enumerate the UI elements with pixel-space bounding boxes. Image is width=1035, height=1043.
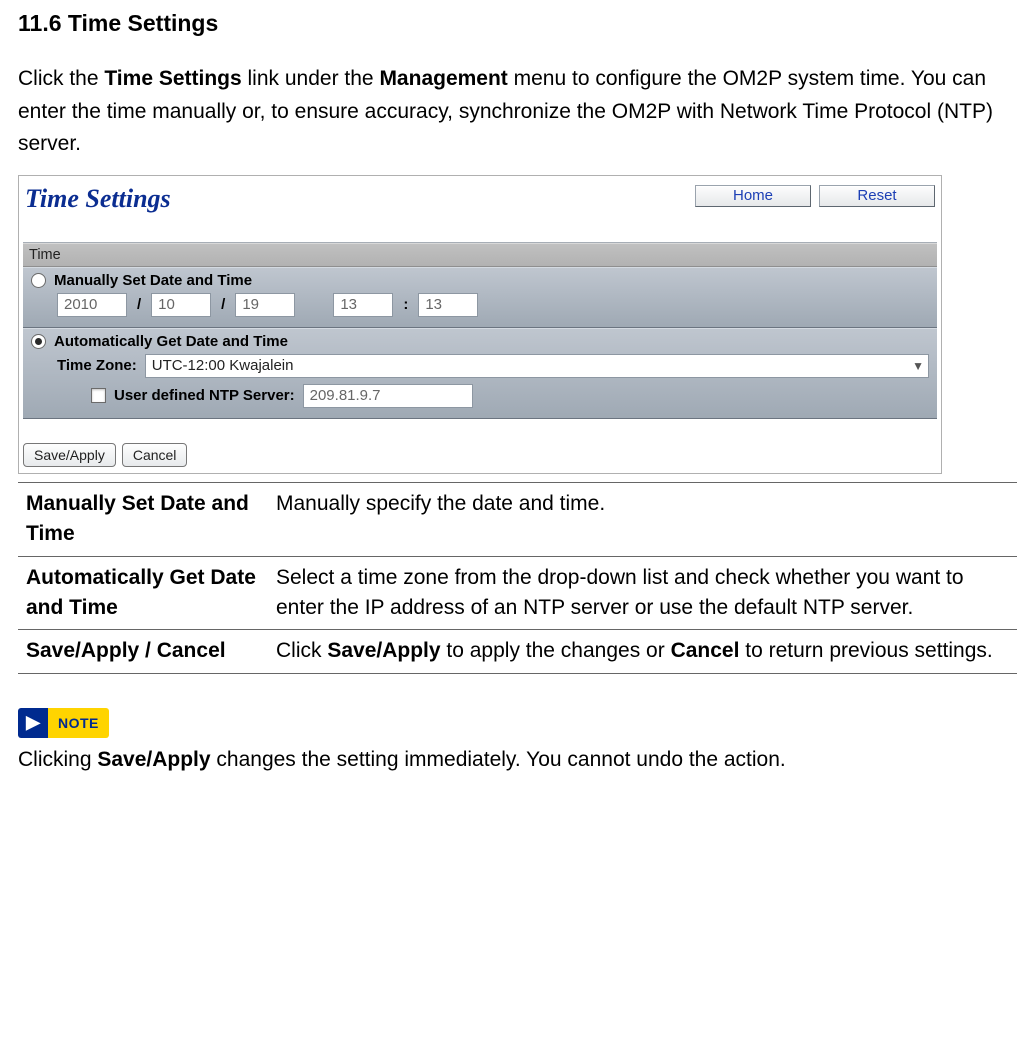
intro-bold-time-settings: Time Settings bbox=[104, 67, 241, 90]
ntp-server-input[interactable] bbox=[303, 384, 473, 408]
radio-manual-date-time[interactable] bbox=[31, 273, 46, 288]
term-manual: Manually Set Date and Time bbox=[18, 482, 268, 556]
date-separator-2: / bbox=[219, 296, 227, 313]
year-input[interactable] bbox=[57, 293, 127, 317]
note-badge: ▶ NOTE bbox=[18, 708, 109, 738]
intro-text-1: Click the bbox=[18, 67, 104, 90]
desc-saveapply-pre: Click bbox=[276, 639, 327, 662]
definitions-table: Manually Set Date and Time Manually spec… bbox=[18, 482, 1017, 674]
ntp-server-label: User defined NTP Server: bbox=[114, 387, 295, 404]
note-pre: Clicking bbox=[18, 748, 97, 771]
note-label: NOTE bbox=[48, 708, 109, 738]
term-saveapply: Save/Apply / Cancel bbox=[18, 630, 268, 673]
save-apply-button[interactable]: Save/Apply bbox=[23, 443, 116, 467]
intro-bold-management: Management bbox=[379, 67, 507, 90]
time-settings-screenshot: Time Settings Home Reset Time Manually S… bbox=[18, 175, 942, 474]
note-bold: Save/Apply bbox=[97, 748, 210, 771]
table-row: Automatically Get Date and Time Select a… bbox=[18, 556, 1017, 630]
minute-input[interactable] bbox=[418, 293, 478, 317]
page-title: Time Settings bbox=[25, 184, 171, 214]
note-caption: Clicking Save/Apply changes the setting … bbox=[18, 748, 1017, 772]
auto-date-time-label: Automatically Get Date and Time bbox=[54, 333, 288, 350]
chevron-down-icon: ▼ bbox=[912, 359, 924, 373]
radio-auto-date-time[interactable] bbox=[31, 334, 46, 349]
note-icon: ▶ bbox=[18, 708, 48, 738]
desc-saveapply: Click Save/Apply to apply the changes or… bbox=[268, 630, 1017, 673]
desc-saveapply-b1: Save/Apply bbox=[327, 639, 440, 662]
desc-auto: Select a time zone from the drop-down li… bbox=[268, 556, 1017, 630]
timezone-select[interactable]: UTC-12:00 Kwajalein ▼ bbox=[145, 354, 929, 378]
day-input[interactable] bbox=[235, 293, 295, 317]
table-row: Save/Apply / Cancel Click Save/Apply to … bbox=[18, 630, 1017, 673]
time-section-header: Time bbox=[23, 243, 937, 267]
reset-button[interactable]: Reset bbox=[819, 185, 935, 207]
desc-saveapply-post: to return previous settings. bbox=[739, 639, 992, 662]
desc-saveapply-mid: to apply the changes or bbox=[441, 639, 671, 662]
intro-paragraph: Click the Time Settings link under the M… bbox=[18, 63, 1017, 161]
ntp-server-checkbox[interactable] bbox=[91, 388, 106, 403]
time-separator: : bbox=[401, 296, 410, 313]
section-heading: 11.6 Time Settings bbox=[18, 10, 1017, 37]
timezone-label: Time Zone: bbox=[57, 357, 137, 374]
date-separator-1: / bbox=[135, 296, 143, 313]
manual-date-time-label: Manually Set Date and Time bbox=[54, 272, 252, 289]
term-auto: Automatically Get Date and Time bbox=[18, 556, 268, 630]
desc-saveapply-b2: Cancel bbox=[671, 639, 740, 662]
desc-manual: Manually specify the date and time. bbox=[268, 482, 1017, 556]
note-post: changes the setting immediately. You can… bbox=[211, 748, 786, 771]
cancel-button[interactable]: Cancel bbox=[122, 443, 188, 467]
timezone-value: UTC-12:00 Kwajalein bbox=[152, 357, 294, 374]
intro-text-2: link under the bbox=[242, 67, 380, 90]
hour-input[interactable] bbox=[333, 293, 393, 317]
month-input[interactable] bbox=[151, 293, 211, 317]
home-button[interactable]: Home bbox=[695, 185, 811, 207]
table-row: Manually Set Date and Time Manually spec… bbox=[18, 482, 1017, 556]
